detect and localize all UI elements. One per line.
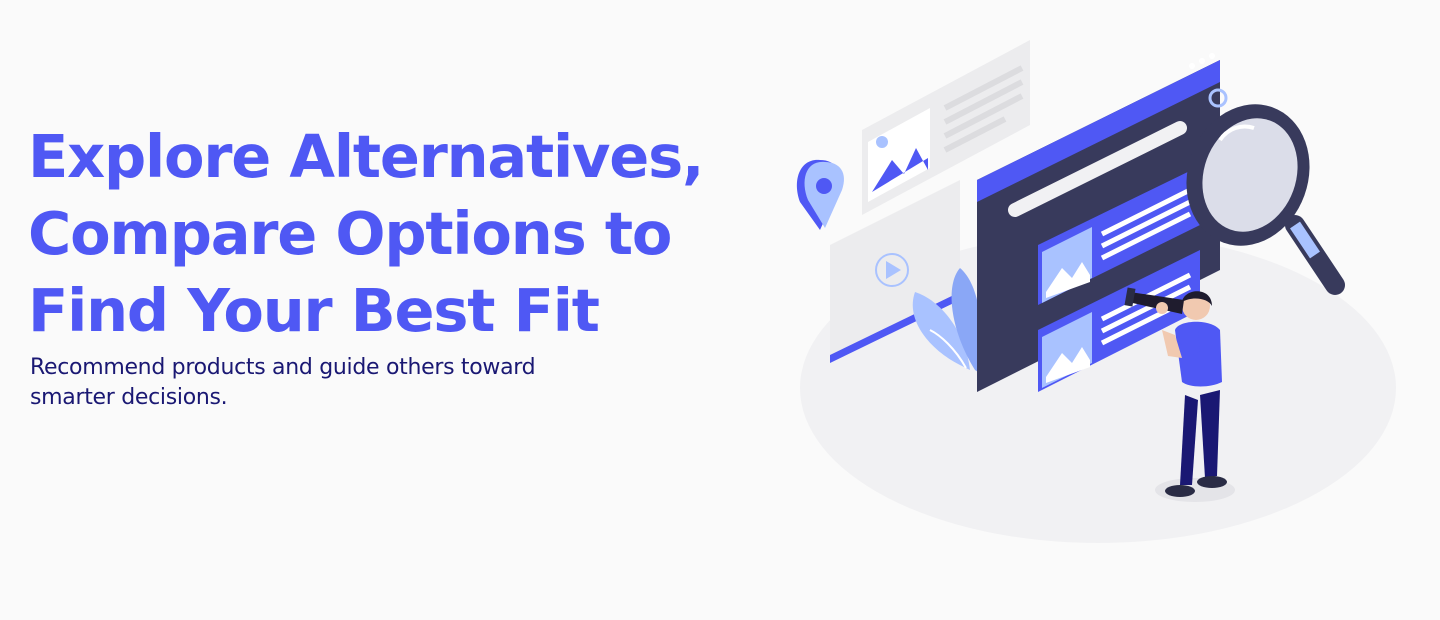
subtitle: Recommend products and guide others towa… — [30, 355, 536, 410]
headline: Explore Alternatives, Compare Options to… — [28, 118, 788, 349]
headline-line-2: Compare Options to — [28, 199, 672, 268]
location-pin-icon — [796, 159, 845, 230]
headline-line-1: Explore Alternatives, — [28, 122, 704, 191]
search-illustration — [796, 40, 1396, 543]
hero-text: Explore Alternatives, Compare Options to… — [28, 118, 788, 413]
headline-line-3: Find Your Best Fit — [28, 276, 600, 345]
